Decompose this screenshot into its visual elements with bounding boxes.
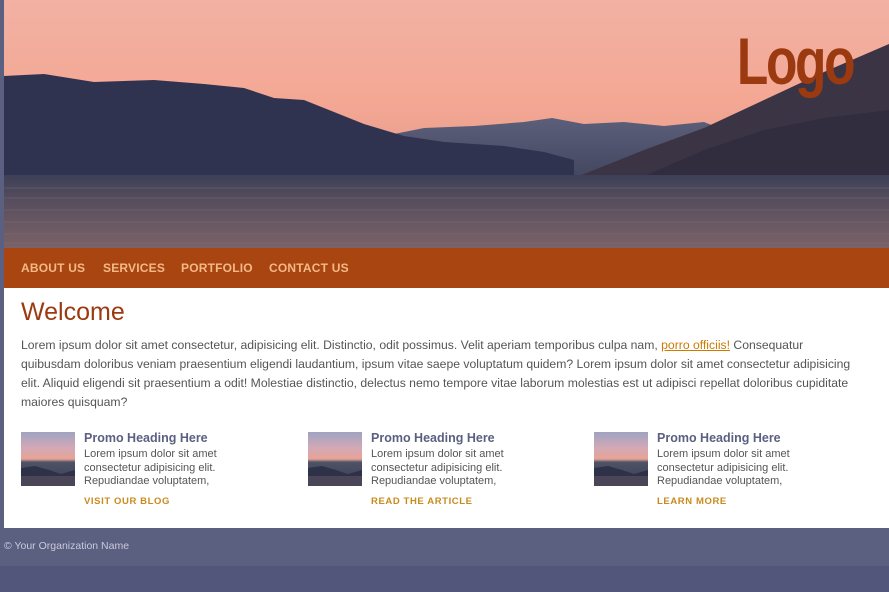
hero-banner: Logo <box>4 0 889 248</box>
main-navigation: ABOUT US SERVICES PORTFOLIO CONTACT US <box>4 248 889 288</box>
nav-item-about-us[interactable]: ABOUT US <box>21 261 85 275</box>
promo-card-3: Promo Heading Here Lorem ipsum dolor sit… <box>594 431 834 512</box>
site-logo[interactable]: Logo <box>737 28 856 94</box>
promo-thumbnail <box>21 432 75 486</box>
promo-text: Lorem ipsum dolor sit amet consectetur a… <box>657 448 790 487</box>
promo-thumbnail <box>594 432 648 486</box>
intro-inline-link[interactable]: porro officiis! <box>661 338 730 352</box>
intro-paragraph: Lorem ipsum dolor sit amet consectetur, … <box>21 336 866 412</box>
promo-text: Lorem ipsum dolor sit amet consectetur a… <box>371 448 504 487</box>
footer-bottom-band <box>0 566 889 592</box>
nav-item-services[interactable]: SERVICES <box>103 261 165 275</box>
promo-text: Lorem ipsum dolor sit amet consectetur a… <box>84 448 217 487</box>
visit-our-blog-link[interactable]: VISIT OUR BLOG <box>84 496 170 507</box>
promo-card-1: Promo Heading Here Lorem ipsum dolor sit… <box>21 431 261 512</box>
promo-heading: Promo Heading Here <box>657 431 781 445</box>
footer: © Your Organization Name <box>0 528 889 566</box>
footer-copyright: © Your Organization Name <box>4 540 130 552</box>
learn-more-link[interactable]: LEARN MORE <box>657 496 727 507</box>
page: Logo ABOUT US SERVICES PORTFOLIO CONTACT… <box>0 0 889 592</box>
main-content: Welcome Lorem ipsum dolor sit amet conse… <box>4 288 889 528</box>
read-the-article-link[interactable]: READ THE ARTICLE <box>371 496 473 507</box>
promo-heading: Promo Heading Here <box>84 431 208 445</box>
nav-item-portfolio[interactable]: PORTFOLIO <box>181 261 253 275</box>
promo-thumbnail <box>308 432 362 486</box>
page-title: Welcome <box>21 298 125 326</box>
promo-heading: Promo Heading Here <box>371 431 495 445</box>
nav-item-contact-us[interactable]: CONTACT US <box>269 261 349 275</box>
promo-card-2: Promo Heading Here Lorem ipsum dolor sit… <box>308 431 548 512</box>
intro-text-start: Lorem ipsum dolor sit amet consectetur, … <box>21 338 662 352</box>
